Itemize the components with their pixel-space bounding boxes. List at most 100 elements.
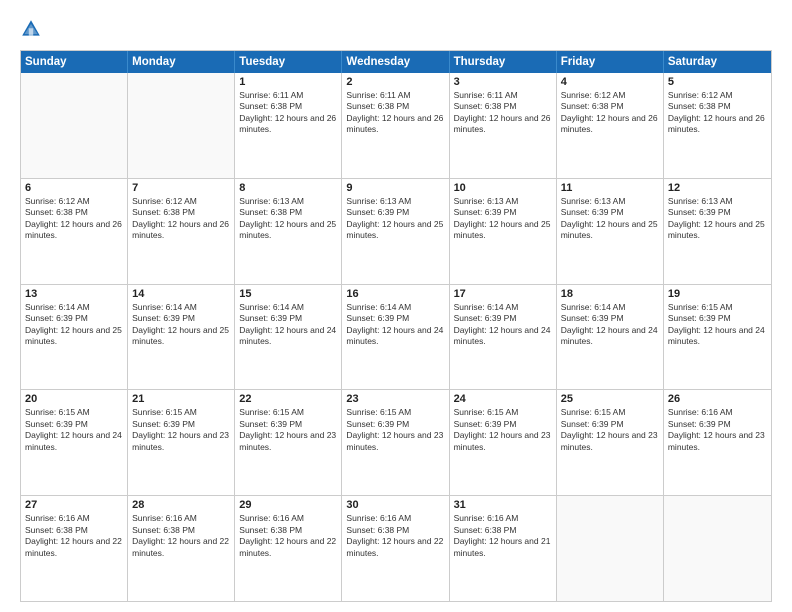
cal-cell: 28 Sunrise: 6:16 AMSunset: 6:38 PMDayligh… <box>128 496 235 601</box>
cal-cell: 24Sunrise: 6:15 AMSunset: 6:39 PMDayligh… <box>450 390 557 495</box>
cal-cell <box>21 73 128 178</box>
day-number: 9 <box>346 182 444 194</box>
cal-cell: 11 Sunrise: 6:13 AMSunset: 6:39 PMDayligh… <box>557 179 664 284</box>
cell-info: Sunrise: 6:15 AMSunset: 6:39 PMDaylight:… <box>239 407 337 453</box>
cal-cell: 13Sunrise: 6:14 AMSunset: 6:39 PMDayligh… <box>21 285 128 390</box>
header <box>20 18 772 40</box>
cell-info: Sunrise: 6:13 AMSunset: 6:39 PMDaylight:… <box>561 196 659 242</box>
day-number: 25 <box>561 393 659 405</box>
cal-cell: 14 Sunrise: 6:14 AMSunset: 6:39 PMDayligh… <box>128 285 235 390</box>
cell-info: Sunrise: 6:15 AMSunset: 6:39 PMDaylight:… <box>668 302 767 348</box>
cell-info: Sunrise: 6:12 AMSunset: 6:38 PMDaylight:… <box>561 90 659 136</box>
day-number: 14 <box>132 288 230 300</box>
cell-info: Sunrise: 6:12 AMSunset: 6:38 PMDaylight:… <box>25 196 123 242</box>
day-number: 28 <box>132 499 230 511</box>
cal-cell: 12 Sunrise: 6:13 AMSunset: 6:39 PMDayligh… <box>664 179 771 284</box>
cell-info: Sunrise: 6:11 AMSunset: 6:38 PMDaylight:… <box>239 90 337 136</box>
cell-info: Sunrise: 6:16 AMSunset: 6:38 PMDaylight:… <box>239 513 337 559</box>
day-header-sunday: Sunday <box>21 51 128 73</box>
day-number: 16 <box>346 288 444 300</box>
cal-cell: 21Sunrise: 6:15 AMSunset: 6:39 PMDayligh… <box>128 390 235 495</box>
day-number: 4 <box>561 76 659 88</box>
cal-cell: 1 Sunrise: 6:11 AMSunset: 6:38 PMDaylight… <box>235 73 342 178</box>
day-number: 17 <box>454 288 552 300</box>
cell-info: Sunrise: 6:11 AMSunset: 6:38 PMDaylight:… <box>346 90 444 136</box>
day-header-tuesday: Tuesday <box>235 51 342 73</box>
calendar: SundayMondayTuesdayWednesdayThursdayFrid… <box>20 50 772 602</box>
cell-info: Sunrise: 6:13 AMSunset: 6:38 PMDaylight:… <box>239 196 337 242</box>
cell-info: Sunrise: 6:13 AMSunset: 6:39 PMDaylight:… <box>668 196 767 242</box>
cell-info: Sunrise: 6:12 AMSunset: 6:38 PMDaylight:… <box>668 90 767 136</box>
week-row-4: 20 Sunrise: 6:15 AMSunset: 6:39 PMDayligh… <box>21 389 771 495</box>
cal-cell <box>128 73 235 178</box>
day-number: 8 <box>239 182 337 194</box>
day-number: 18 <box>561 288 659 300</box>
day-number: 5 <box>668 76 767 88</box>
day-number: 27 <box>25 499 123 511</box>
cell-info: Sunrise: 6:14 AMSunset: 6:39 PMDaylight:… <box>561 302 659 348</box>
day-number: 6 <box>25 182 123 194</box>
day-number: 22 <box>239 393 337 405</box>
day-number: 19 <box>668 288 767 300</box>
cal-cell: 18 Sunrise: 6:14 AMSunset: 6:39 PMDayligh… <box>557 285 664 390</box>
cal-cell: 7 Sunrise: 6:12 AMSunset: 6:38 PMDaylight… <box>128 179 235 284</box>
cell-info: Sunrise: 6:11 AMSunset: 6:38 PMDaylight:… <box>454 90 552 136</box>
cell-info: Sunrise: 6:16 AMSunset: 6:38 PMDaylight:… <box>132 513 230 559</box>
day-number: 2 <box>346 76 444 88</box>
cal-cell: 15 Sunrise: 6:14 AMSunset: 6:39 PMDayligh… <box>235 285 342 390</box>
cal-cell: 29Sunrise: 6:16 AMSunset: 6:38 PMDayligh… <box>235 496 342 601</box>
cell-info: Sunrise: 6:15 AMSunset: 6:39 PMDaylight:… <box>561 407 659 453</box>
logo <box>20 18 46 40</box>
cell-info: Sunrise: 6:14 AMSunset: 6:39 PMDaylight:… <box>346 302 444 348</box>
day-number: 3 <box>454 76 552 88</box>
cal-cell: 8 Sunrise: 6:13 AMSunset: 6:38 PMDaylight… <box>235 179 342 284</box>
day-number: 12 <box>668 182 767 194</box>
day-number: 7 <box>132 182 230 194</box>
day-number: 26 <box>668 393 767 405</box>
cal-cell: 19 Sunrise: 6:15 AMSunset: 6:39 PMDayligh… <box>664 285 771 390</box>
page: SundayMondayTuesdayWednesdayThursdayFrid… <box>0 0 792 612</box>
cell-info: Sunrise: 6:15 AMSunset: 6:39 PMDaylight:… <box>454 407 552 453</box>
cal-cell: 25 Sunrise: 6:15 AMSunset: 6:39 PMDayligh… <box>557 390 664 495</box>
cell-info: Sunrise: 6:13 AMSunset: 6:39 PMDaylight:… <box>346 196 444 242</box>
cal-cell: 16 Sunrise: 6:14 AMSunset: 6:39 PMDayligh… <box>342 285 449 390</box>
day-number: 23 <box>346 393 444 405</box>
day-number: 20 <box>25 393 123 405</box>
cal-cell: 26 Sunrise: 6:16 AMSunset: 6:39 PMDayligh… <box>664 390 771 495</box>
cal-cell: 5 Sunrise: 6:12 AMSunset: 6:38 PMDaylight… <box>664 73 771 178</box>
calendar-body: 1 Sunrise: 6:11 AMSunset: 6:38 PMDaylight… <box>21 73 771 601</box>
day-number: 1 <box>239 76 337 88</box>
cell-info: Sunrise: 6:14 AMSunset: 6:39 PMDaylight:… <box>132 302 230 348</box>
day-number: 10 <box>454 182 552 194</box>
cal-cell <box>664 496 771 601</box>
week-row-2: 6 Sunrise: 6:12 AMSunset: 6:38 PMDaylight… <box>21 178 771 284</box>
cal-cell: 31Sunrise: 6:16 AMSunset: 6:38 PMDayligh… <box>450 496 557 601</box>
cal-cell: 9 Sunrise: 6:13 AMSunset: 6:39 PMDaylight… <box>342 179 449 284</box>
day-number: 30 <box>346 499 444 511</box>
cell-info: Sunrise: 6:14 AMSunset: 6:39 PMDaylight:… <box>454 302 552 348</box>
cal-cell: 27 Sunrise: 6:16 AMSunset: 6:38 PMDayligh… <box>21 496 128 601</box>
day-number: 21 <box>132 393 230 405</box>
day-header-saturday: Saturday <box>664 51 771 73</box>
cell-info: Sunrise: 6:12 AMSunset: 6:38 PMDaylight:… <box>132 196 230 242</box>
day-number: 13 <box>25 288 123 300</box>
cal-cell: 17 Sunrise: 6:14 AMSunset: 6:39 PMDayligh… <box>450 285 557 390</box>
cal-cell: 10 Sunrise: 6:13 AMSunset: 6:39 PMDayligh… <box>450 179 557 284</box>
day-header-monday: Monday <box>128 51 235 73</box>
cal-cell: 6 Sunrise: 6:12 AMSunset: 6:38 PMDaylight… <box>21 179 128 284</box>
cell-info: Sunrise: 6:16 AMSunset: 6:38 PMDaylight:… <box>454 513 552 559</box>
cal-cell: 4 Sunrise: 6:12 AMSunset: 6:38 PMDaylight… <box>557 73 664 178</box>
calendar-header: SundayMondayTuesdayWednesdayThursdayFrid… <box>21 51 771 73</box>
cell-info: Sunrise: 6:16 AMSunset: 6:38 PMDaylight:… <box>25 513 123 559</box>
cell-info: Sunrise: 6:15 AMSunset: 6:39 PMDaylight:… <box>346 407 444 453</box>
cell-info: Sunrise: 6:14 AMSunset: 6:39 PMDaylight:… <box>239 302 337 348</box>
cal-cell: 3 Sunrise: 6:11 AMSunset: 6:38 PMDaylight… <box>450 73 557 178</box>
cell-info: Sunrise: 6:13 AMSunset: 6:39 PMDaylight:… <box>454 196 552 242</box>
day-number: 11 <box>561 182 659 194</box>
day-header-thursday: Thursday <box>450 51 557 73</box>
cal-cell: 22 Sunrise: 6:15 AMSunset: 6:39 PMDayligh… <box>235 390 342 495</box>
cal-cell: 2 Sunrise: 6:11 AMSunset: 6:38 PMDaylight… <box>342 73 449 178</box>
cal-cell: 30Sunrise: 6:16 AMSunset: 6:38 PMDayligh… <box>342 496 449 601</box>
cell-info: Sunrise: 6:16 AMSunset: 6:39 PMDaylight:… <box>668 407 767 453</box>
day-number: 15 <box>239 288 337 300</box>
